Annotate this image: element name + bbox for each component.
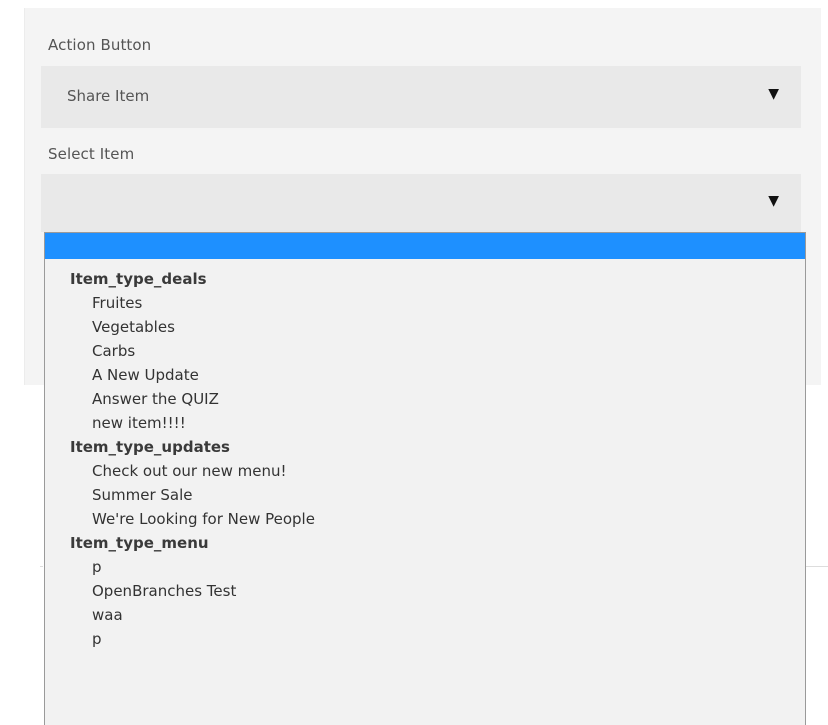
divider [40, 566, 43, 567]
caret-down-icon: ▼ [768, 193, 779, 209]
dropdown-option[interactable]: A New Update [45, 363, 805, 387]
dropdown-option[interactable]: p [45, 555, 805, 579]
optgroup-label-updates: Item_type_updates [70, 438, 230, 456]
action-button-label: Action Button [48, 36, 152, 54]
caret-down-icon: ▼ [768, 86, 779, 102]
dropdown-option[interactable]: OpenBranches Test [45, 579, 805, 603]
action-button-selected-value: Share Item [67, 87, 150, 105]
panel-divider [24, 8, 25, 385]
optgroup-label-menu: Item_type_menu [70, 534, 209, 552]
optgroup-label-deals: Item_type_deals [70, 270, 207, 288]
dropdown-option[interactable]: Answer the QUIZ [45, 387, 805, 411]
divider [806, 566, 828, 567]
select-item-label: Select Item [48, 145, 135, 163]
select-item-dropdown[interactable]: Item_type_deals Fruites Vegetables Carbs… [44, 232, 806, 725]
dropdown-option-empty-highlighted[interactable] [45, 233, 805, 259]
select-item-select[interactable]: ▼ [41, 174, 801, 232]
action-button-select[interactable]: Share Item ▼ [41, 66, 801, 128]
form-stage: Action Button Share Item ▼ Select Item ▼… [0, 0, 828, 725]
dropdown-option[interactable]: We're Looking for New People [45, 507, 805, 531]
dropdown-option[interactable]: Summer Sale [45, 483, 805, 507]
dropdown-option[interactable]: Fruites [45, 291, 805, 315]
dropdown-option[interactable]: Carbs [45, 339, 805, 363]
dropdown-option[interactable]: Vegetables [45, 315, 805, 339]
dropdown-option[interactable]: waa [45, 603, 805, 627]
dropdown-option[interactable]: p [45, 627, 805, 651]
dropdown-option[interactable]: new item!!!! [45, 411, 805, 435]
dropdown-option[interactable]: Check out our new menu! [45, 459, 805, 483]
dropdown-option-list: Item_type_deals Fruites Vegetables Carbs… [45, 259, 805, 651]
